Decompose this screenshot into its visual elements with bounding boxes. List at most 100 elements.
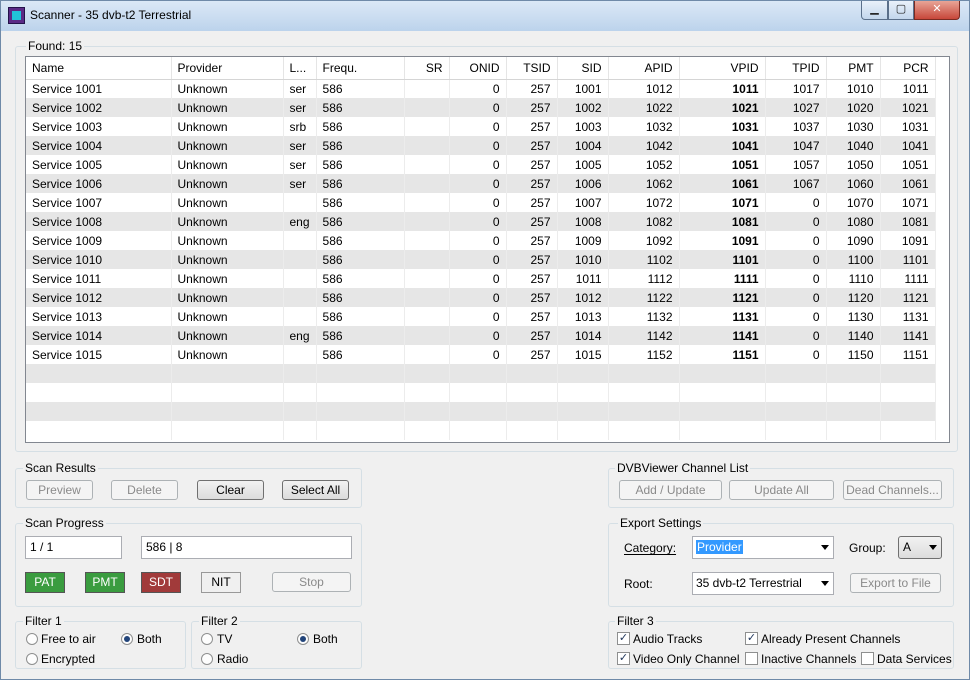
table-cell: 1031 (679, 117, 766, 136)
audio-tracks-checkbox[interactable]: ✓ (617, 632, 630, 645)
both-radio-filter2[interactable] (297, 633, 309, 645)
table-row[interactable]: Service 1005 Unknown ser 586 0 257 1005 1052 105… (26, 155, 936, 174)
column-header[interactable]: TPID (765, 57, 827, 80)
table-cell (404, 136, 450, 155)
data-services-checkbox[interactable] (861, 652, 874, 665)
table-row[interactable]: Service 1011 Unknown 586 0 257 1011 1112 1111 0 1… (26, 269, 936, 288)
encrypted-radio[interactable] (26, 653, 38, 665)
tv-radio[interactable] (201, 633, 213, 645)
table-cell (404, 174, 450, 193)
table-cell: 586 (316, 193, 405, 212)
column-header[interactable]: SR (404, 57, 450, 80)
update-all-button[interactable]: Update All (729, 480, 834, 500)
table-cell: Service 1002 (26, 98, 172, 117)
empty-cell (404, 383, 450, 402)
table-row[interactable]: Service 1003 Unknown srb 586 0 257 1003 1032 103… (26, 117, 936, 136)
minimize-button[interactable]: ▁ (861, 1, 888, 20)
frequency-field[interactable]: 586 | 8 (141, 536, 352, 559)
table-cell: 0 (765, 288, 827, 307)
table-row[interactable]: Service 1008 Unknown eng 586 0 257 1008 1082 108… (26, 212, 936, 231)
column-header[interactable]: TSID (506, 57, 558, 80)
table-cell: 0 (765, 250, 827, 269)
empty-cell (449, 383, 507, 402)
table-cell: Service 1004 (26, 136, 172, 155)
empty-cell (826, 402, 881, 421)
table-row[interactable]: Service 1007 Unknown 586 0 257 1007 1072 1071 0 1… (26, 193, 936, 212)
select-all-button[interactable]: Select All (282, 480, 349, 500)
table-row[interactable]: Service 1006 Unknown ser 586 0 257 1006 1062 106… (26, 174, 936, 193)
empty-cell (316, 383, 405, 402)
nit-status-badge: NIT (201, 572, 241, 593)
group-select[interactable]: A (898, 536, 942, 559)
table-cell: 1012 (608, 79, 680, 98)
add-update-button[interactable]: Add / Update (619, 480, 722, 500)
empty-row (26, 402, 936, 421)
preview-button[interactable]: Preview (26, 480, 93, 500)
empty-cell (608, 421, 680, 440)
table-cell: 1122 (608, 288, 680, 307)
table-row[interactable]: Service 1001 Unknown ser 586 0 257 1001 1012 101… (26, 79, 936, 98)
table-cell: 1071 (880, 193, 936, 212)
table-row[interactable]: Service 1015 Unknown 586 0 257 1015 1152 1151 0 1… (26, 345, 936, 364)
table-row[interactable]: Service 1009 Unknown 586 0 257 1009 1092 1091 0 1… (26, 231, 936, 250)
table-cell: Unknown (171, 174, 284, 193)
table-cell: 586 (316, 98, 405, 117)
table-cell: 1011 (557, 269, 609, 288)
inactive-channels-checkbox[interactable] (745, 652, 758, 665)
table-cell: 1041 (880, 136, 936, 155)
table-row[interactable]: Service 1010 Unknown 586 0 257 1010 1102 1101 0 1… (26, 250, 936, 269)
empty-cell (826, 421, 881, 440)
table-cell: 1110 (826, 269, 881, 288)
title-bar[interactable]: Scanner - 35 dvb-t2 Terrestrial ▁ ▢ ✕ (1, 1, 969, 31)
video-only-checkbox[interactable]: ✓ (617, 652, 630, 665)
category-select[interactable]: Provider (692, 536, 834, 559)
scan-count-field[interactable]: 1 / 1 (25, 536, 122, 559)
radio-radio[interactable] (201, 653, 213, 665)
services-table[interactable]: Name Provider L... Frequ. SR ONID TSID SID APID V… (25, 56, 950, 443)
column-header[interactable]: L... (283, 57, 317, 80)
delete-button[interactable]: Delete (111, 480, 178, 500)
table-cell: Unknown (171, 79, 284, 98)
stop-button[interactable]: Stop (272, 572, 351, 592)
column-header[interactable]: Frequ. (316, 57, 405, 80)
table-row[interactable]: Service 1014 Unknown eng 586 0 257 1014 1142 114… (26, 326, 936, 345)
column-header[interactable]: SID (557, 57, 609, 80)
empty-cell (171, 402, 284, 421)
table-cell: 0 (449, 269, 507, 288)
root-select[interactable]: 35 dvb-t2 Terrestrial (692, 572, 834, 595)
table-row[interactable]: Service 1013 Unknown 586 0 257 1013 1132 1131 0 1… (26, 307, 936, 326)
table-row[interactable]: Service 1004 Unknown ser 586 0 257 1004 1042 104… (26, 136, 936, 155)
column-header[interactable]: PCR (880, 57, 936, 80)
data-services-label: Data Services (877, 652, 952, 666)
table-cell: 1003 (557, 117, 609, 136)
both-radio-filter1[interactable] (121, 633, 133, 645)
column-header[interactable]: Name (26, 57, 172, 80)
close-button[interactable]: ✕ (914, 1, 960, 20)
table-cell: 1091 (880, 231, 936, 250)
column-header[interactable]: VPID (679, 57, 766, 80)
column-header[interactable]: Provider (171, 57, 284, 80)
table-cell: 1091 (679, 231, 766, 250)
table-cell: 257 (506, 231, 558, 250)
table-row[interactable]: Service 1012 Unknown 586 0 257 1012 1122 1121 0 1… (26, 288, 936, 307)
table-cell: 0 (449, 136, 507, 155)
empty-row (26, 421, 936, 440)
empty-cell (765, 364, 827, 383)
table-row[interactable]: Service 1002 Unknown ser 586 0 257 1002 1022 102… (26, 98, 936, 117)
column-header[interactable]: PMT (826, 57, 881, 80)
free-to-air-label: Free to air (41, 632, 96, 646)
table-cell: Service 1003 (26, 117, 172, 136)
column-header[interactable]: ONID (449, 57, 507, 80)
already-present-checkbox[interactable]: ✓ (745, 632, 758, 645)
clear-button[interactable]: Clear (197, 480, 264, 500)
export-to-file-button[interactable]: Export to File (850, 573, 941, 593)
scanner-window: Scanner - 35 dvb-t2 Terrestrial ▁ ▢ ✕ Fo… (0, 0, 970, 680)
empty-cell (826, 364, 881, 383)
empty-row (26, 364, 936, 383)
table-cell: 1011 (679, 79, 766, 98)
table-cell: 1130 (826, 307, 881, 326)
dead-channels-button[interactable]: Dead Channels... (843, 480, 942, 500)
maximize-button[interactable]: ▢ (888, 1, 914, 20)
column-header[interactable]: APID (608, 57, 680, 80)
free-to-air-radio[interactable] (26, 633, 38, 645)
